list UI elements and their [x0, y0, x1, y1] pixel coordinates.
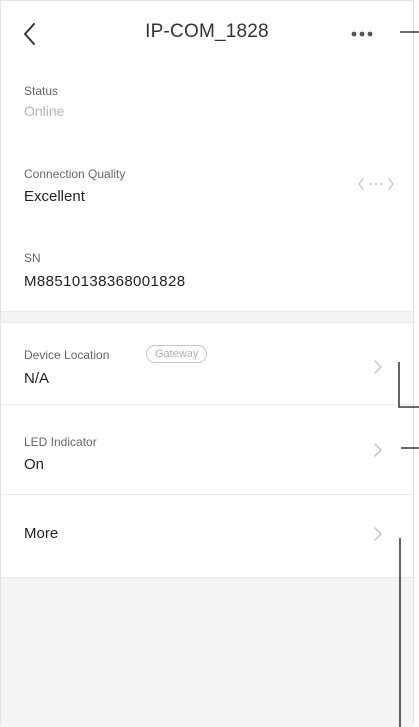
device-detail-screen: IP-COM_1828 Status Online Connection Qua…	[0, 0, 414, 727]
section-gap	[1, 312, 413, 323]
device-location-value: N/A	[24, 370, 50, 387]
serial-number-label: SN	[24, 251, 41, 265]
status-label: Status	[24, 84, 59, 98]
serial-number-value: M88510138368001828	[24, 273, 186, 290]
more-row[interactable]: More	[1, 495, 413, 577]
chevron-right-icon	[374, 527, 382, 541]
chevron-right-icon	[374, 360, 382, 374]
connection-quality-label: Connection Quality	[24, 167, 126, 181]
gateway-badge: Gateway	[146, 345, 208, 363]
led-indicator-row[interactable]: LED Indicator On	[1, 405, 413, 495]
top-bar: IP-COM_1828	[1, 1, 413, 68]
led-indicator-value: On	[24, 456, 45, 473]
connection-quality-value: Excellent	[24, 188, 85, 205]
chevron-right-icon	[374, 443, 382, 457]
connection-signal-icon	[358, 178, 394, 190]
serial-number-row: SN M88510138368001828	[1, 219, 413, 312]
device-location-label: Device Location	[24, 348, 110, 362]
status-value: Online	[24, 103, 65, 119]
empty-area	[1, 577, 413, 727]
connection-quality-row: Connection Quality Excellent	[1, 131, 413, 219]
more-dots-icon[interactable]	[349, 25, 383, 43]
status-row: Status Online	[1, 67, 413, 131]
led-indicator-label: LED Indicator	[24, 435, 97, 449]
device-location-row[interactable]: Device Location Gateway N/A	[1, 323, 413, 405]
more-label: More	[24, 525, 59, 542]
